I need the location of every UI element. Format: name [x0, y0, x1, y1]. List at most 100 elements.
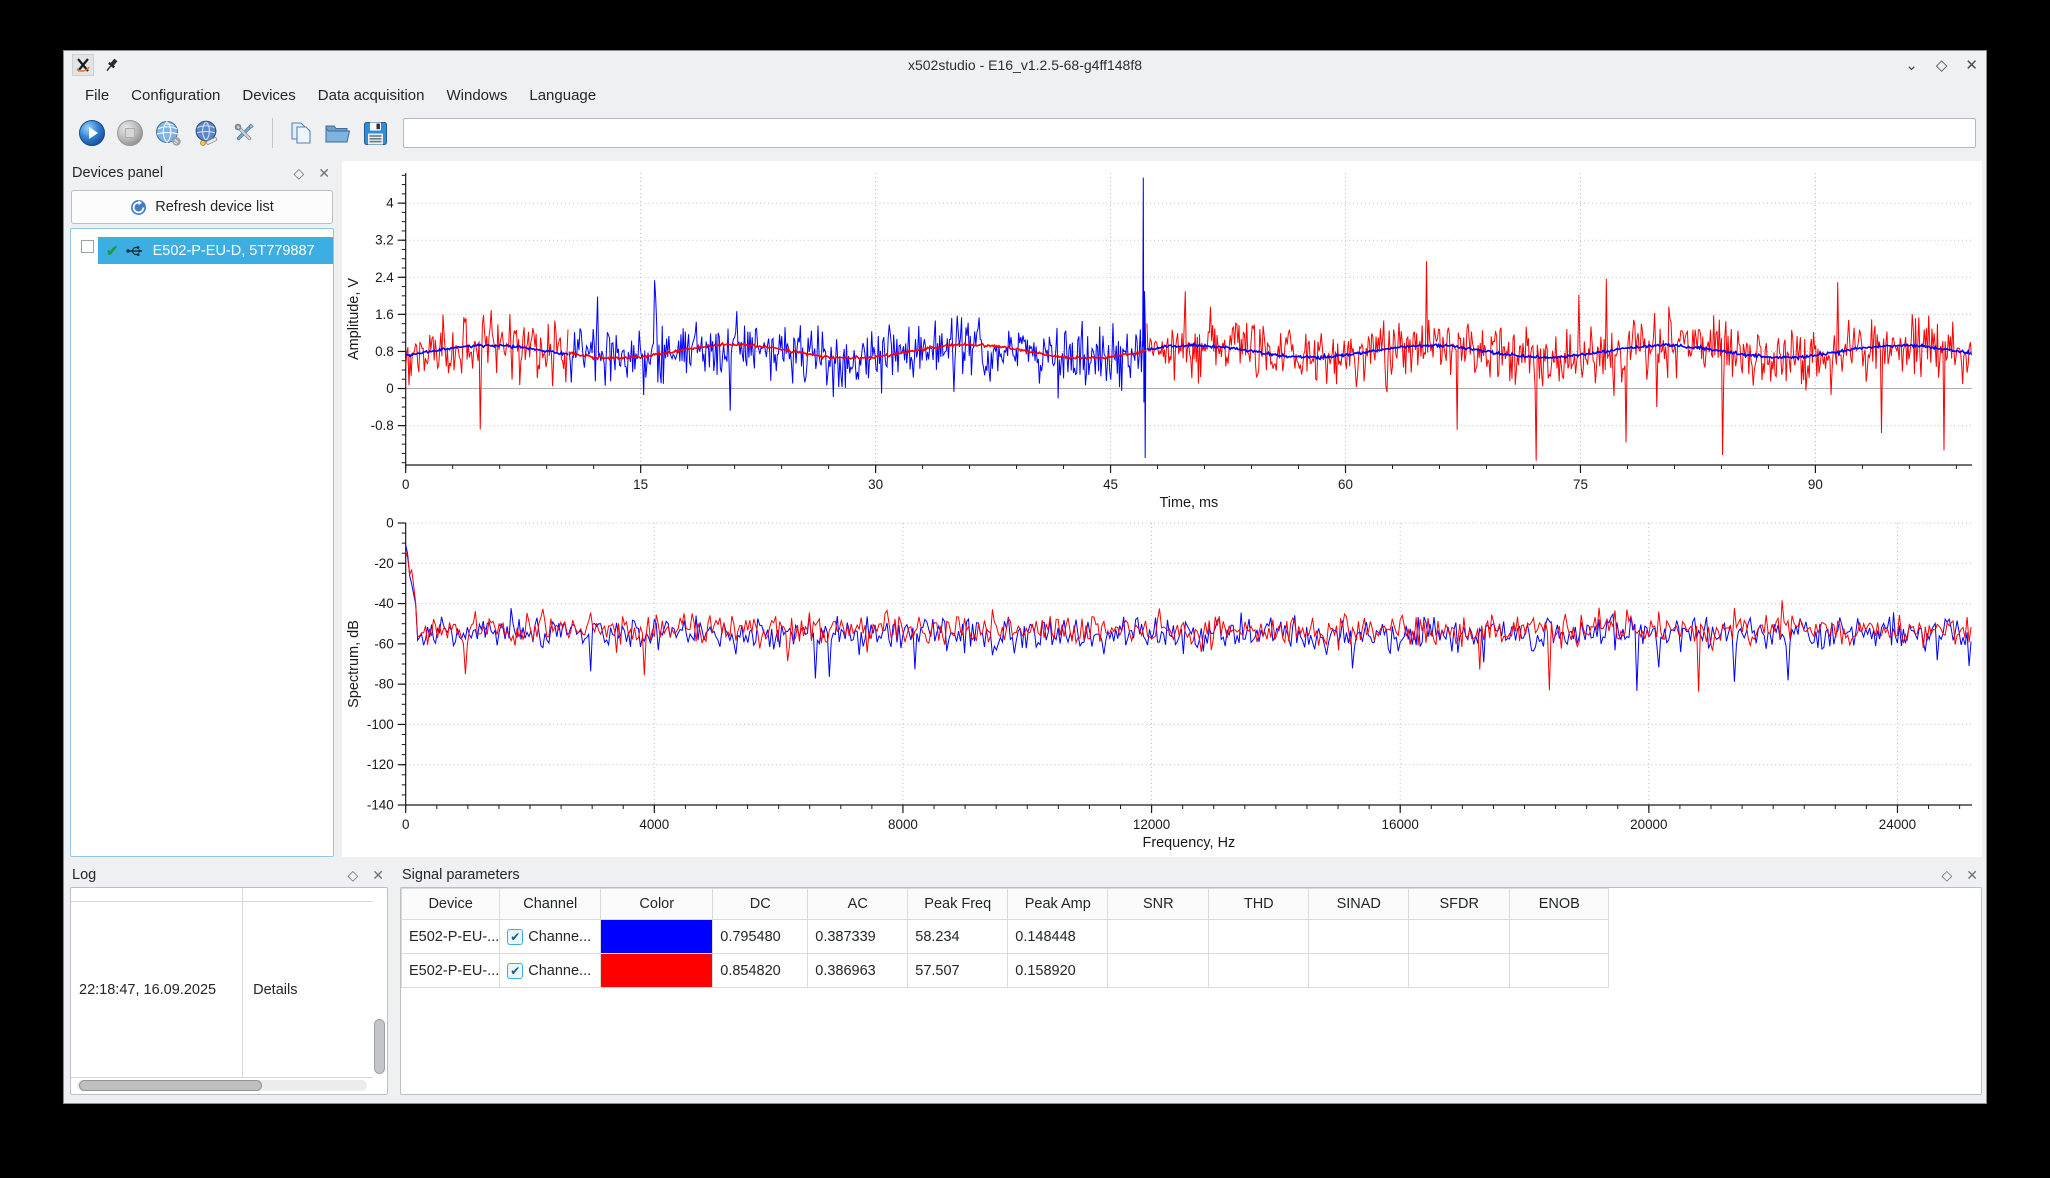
network-connect-icon: [154, 119, 183, 148]
y-tick-label: -120: [367, 757, 394, 772]
x-tick-label: 0: [402, 817, 409, 832]
log-entry-action[interactable]: Details: [243, 982, 297, 998]
column-header-dc[interactable]: DC: [713, 889, 808, 920]
menu-devices[interactable]: Devices: [231, 82, 306, 109]
x-tick-label: 20000: [1630, 817, 1667, 832]
x-tick-label: 75: [1573, 477, 1588, 492]
y-tick-label: 0: [386, 515, 393, 530]
channel-color-swatch[interactable]: [601, 920, 712, 953]
cell-channel: ✔ Channe...: [500, 920, 601, 954]
channel-checkbox[interactable]: ✔: [507, 963, 523, 979]
network-settings-button[interactable]: [188, 116, 224, 150]
y-axis-label: Spectrum, dB: [346, 620, 362, 708]
column-header-ac[interactable]: AC: [808, 889, 908, 920]
open-file-button[interactable]: [319, 116, 355, 150]
column-header-color[interactable]: Color: [601, 889, 713, 920]
log-vertical-scrollbar[interactable]: [374, 904, 385, 1076]
start-acquisition-button[interactable]: [74, 116, 110, 150]
maximize-button[interactable]: ◇: [1936, 58, 1948, 73]
column-header-sinad[interactable]: SINAD: [1309, 889, 1409, 920]
save-file-button[interactable]: [357, 116, 393, 150]
shade-button[interactable]: ⌄: [1905, 58, 1918, 73]
column-header-peak-freq[interactable]: Peak Freq: [908, 889, 1008, 920]
column-header-device[interactable]: Device: [402, 889, 500, 920]
x-tick-label: 8000: [888, 817, 918, 832]
column-header-sfdr[interactable]: SFDR: [1409, 889, 1510, 920]
window-menu-button[interactable]: [72, 54, 94, 76]
network-connect-button[interactable]: [150, 116, 186, 150]
y-tick-label: -60: [374, 636, 393, 651]
channel-checkbox[interactable]: ✔: [507, 929, 523, 945]
column-header-snr[interactable]: SNR: [1108, 889, 1209, 920]
time-chart[interactable]: 015304560759043.22.41.60.80-0.8Time, msA…: [342, 163, 1982, 515]
y-axis-label: Amplitude, V: [346, 278, 362, 361]
signal-row-1: E502-P-EU-...✔Channe...0.7954800.3873395…: [402, 920, 1617, 954]
column-header-thd[interactable]: THD: [1209, 889, 1309, 920]
cell-thd: [1209, 954, 1309, 988]
log-table: 22:18:47, 16.09.2025Details: [71, 888, 373, 1078]
device-label: E502-P-EU-D, 5T779887: [153, 243, 315, 259]
x-tick-label: 30: [868, 477, 883, 492]
chart-area: 015304560759043.22.41.60.80-0.8Time, msA…: [342, 161, 1982, 857]
column-header-peak-amp[interactable]: Peak Amp: [1008, 889, 1108, 920]
signal-row-2: E502-P-EU-...✔Channe...0.8548200.3869635…: [402, 954, 1617, 988]
column-header-enob[interactable]: ENOB: [1510, 889, 1609, 920]
window-title: x502studio - E16_v1.2.5-68-g4ff148f8: [292, 57, 1758, 73]
devices-panel: Devices panel ◇ ✕ Refresh device list: [70, 161, 334, 857]
channel-color-swatch[interactable]: [601, 954, 712, 987]
cell-enob: [1510, 954, 1609, 988]
cell-device: E502-P-EU-...: [402, 920, 500, 954]
cell-sinad: [1309, 920, 1409, 954]
log-table-header: [71, 888, 373, 902]
device-checkbox[interactable]: [81, 240, 94, 253]
log-panel-title: Log: [72, 867, 347, 883]
y-tick-label: 0: [386, 381, 393, 396]
menu-bar: FileConfigurationDevicesData acquisition…: [64, 79, 1986, 111]
log-panel: Log ◇ ✕ 22:18:47, 16.09.2025Details: [70, 863, 388, 1095]
y-tick-label: 1.6: [375, 307, 394, 322]
signal-parameters-title: Signal parameters: [402, 867, 1941, 883]
menu-file[interactable]: File: [74, 82, 120, 109]
save-icon: [362, 120, 389, 147]
y-tick-label: -20: [374, 556, 393, 571]
log-entry-row[interactable]: 22:18:47, 16.09.2025Details: [71, 902, 373, 1078]
cell-thd: [1209, 920, 1309, 954]
close-button[interactable]: ✕: [1965, 58, 1978, 73]
signal-panel-float-icon[interactable]: ◇: [1941, 867, 1952, 884]
channel-label: Channe...: [528, 929, 591, 945]
stop-icon: [116, 119, 144, 147]
y-tick-label: -140: [367, 797, 394, 812]
stop-acquisition-button[interactable]: [112, 116, 148, 150]
menu-windows[interactable]: Windows: [436, 82, 519, 109]
devices-panel-close-icon[interactable]: ✕: [318, 165, 330, 182]
column-header-channel[interactable]: Channel: [500, 889, 601, 920]
menu-data-acquisition[interactable]: Data acquisition: [307, 82, 436, 109]
spectrum-trace: [406, 552, 1971, 692]
toolbar-text-input[interactable]: [403, 118, 1976, 148]
usb-icon: [126, 245, 146, 257]
device-tree-item[interactable]: ✔ E502-P-EU-D, 5T779887: [71, 237, 333, 264]
log-panel-float-icon[interactable]: ◇: [347, 867, 358, 884]
cell-color[interactable]: [601, 954, 713, 988]
y-tick-label: 3.2: [375, 233, 394, 248]
x-tick-label: 4000: [639, 817, 669, 832]
signal-panel-close-icon[interactable]: ✕: [1966, 867, 1978, 884]
log-horizontal-scrollbar[interactable]: [77, 1080, 367, 1091]
spectrum-chart[interactable]: 040008000120001600020000240000-20-40-60-…: [342, 515, 1982, 855]
devices-panel-float-icon[interactable]: ◇: [293, 165, 304, 182]
cell-color[interactable]: [601, 920, 713, 954]
copy-data-button[interactable]: [281, 116, 317, 150]
refresh-device-list-button[interactable]: Refresh device list: [71, 190, 333, 224]
settings-tools-button[interactable]: [226, 116, 262, 150]
menu-language[interactable]: Language: [518, 82, 607, 109]
device-tree: ✔ E502-P-EU-D, 5T779887: [70, 228, 334, 857]
log-panel-close-icon[interactable]: ✕: [372, 867, 384, 884]
y-tick-label: 0.8: [375, 344, 394, 359]
channel-label: Channe...: [528, 963, 591, 979]
cell-snr: [1108, 954, 1209, 988]
menu-configuration[interactable]: Configuration: [120, 82, 231, 109]
pin-icon[interactable]: [104, 57, 119, 73]
cell-filler: [1609, 920, 1617, 954]
cell-ac: 0.387339: [808, 920, 908, 954]
x-tick-label: 15: [633, 477, 648, 492]
